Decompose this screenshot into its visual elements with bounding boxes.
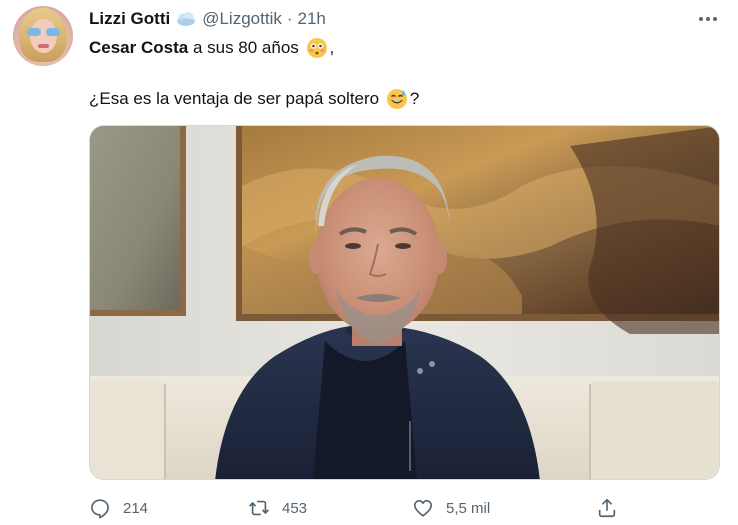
- reply-icon: [89, 497, 111, 519]
- tweet-header: Lizzi Gotti @Lizgottik · 21h: [89, 8, 326, 30]
- separator-dot: ·: [286, 9, 293, 28]
- author-handle[interactable]: @Lizgottik: [202, 9, 282, 29]
- share-icon: [596, 497, 618, 519]
- cloud-emoji-icon: [175, 10, 197, 28]
- tweet-text-line-1: Cesar Costa a sus 80 años ,: [89, 35, 334, 61]
- tweet-card[interactable]: Lizzi Gotti @Lizgottik · 21h Cesar Costa…: [0, 0, 738, 525]
- like-action[interactable]: 5,5 mil: [412, 496, 490, 520]
- retweet-icon: [248, 497, 270, 519]
- photo-man-portrait: [90, 126, 719, 479]
- grinning-sweat-emoji-icon: [386, 88, 408, 110]
- display-name[interactable]: Lizzi Gotti: [89, 9, 170, 29]
- avatar[interactable]: [13, 6, 73, 66]
- reply-count: 214: [123, 499, 149, 517]
- reply-action[interactable]: 214: [89, 496, 148, 520]
- more-options-icon[interactable]: [697, 8, 719, 30]
- share-action[interactable]: [596, 496, 618, 520]
- retweet-count: 453: [282, 499, 308, 517]
- tweet-text-segment: ¿Esa es la ventaja de ser papá soltero: [89, 89, 384, 108]
- tweet-timestamp[interactable]: 21h: [298, 9, 326, 29]
- tweet-text-segment: a sus 80 años: [188, 38, 304, 57]
- heart-icon: [412, 497, 434, 519]
- tweet-media-photo[interactable]: [89, 125, 720, 480]
- tweet-text-line-2: ¿Esa es la ventaja de ser papá soltero ?: [89, 86, 419, 112]
- mentioned-name: Cesar Costa: [89, 38, 189, 57]
- like-count: 5,5 mil: [446, 499, 491, 517]
- tweet-text-end: ?: [409, 89, 420, 108]
- flushed-face-emoji-icon: [306, 37, 328, 59]
- tweet-text-end: ,: [329, 38, 335, 57]
- retweet-action[interactable]: 453: [248, 496, 307, 520]
